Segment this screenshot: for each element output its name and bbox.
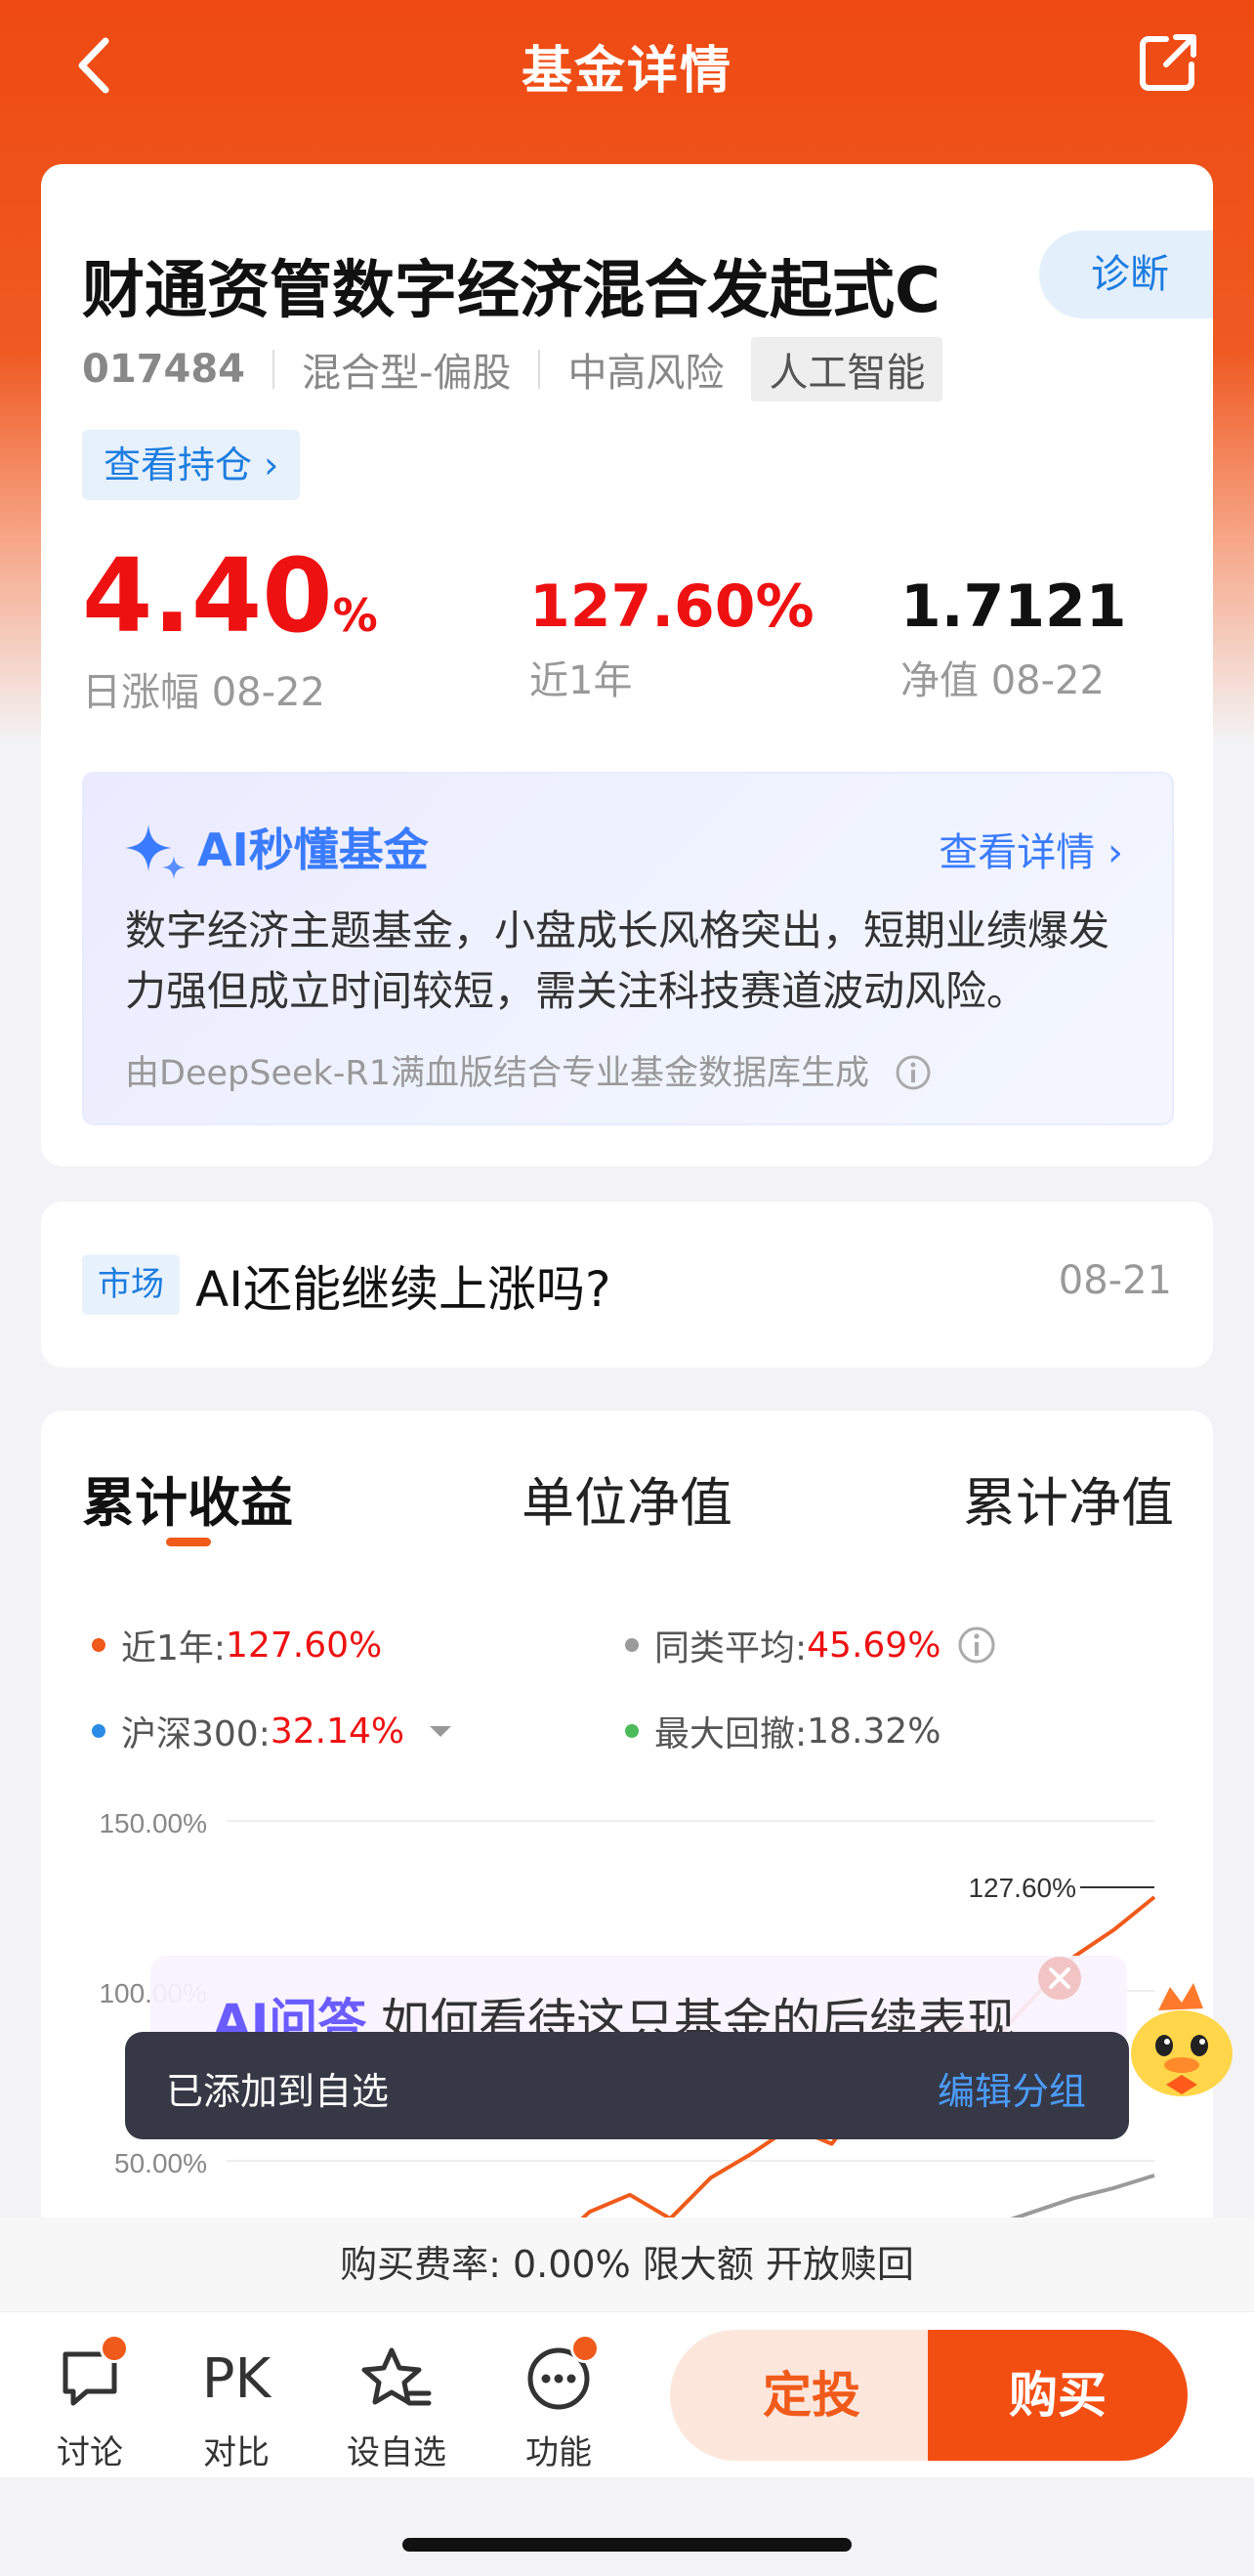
ai-source-note: 由DeepSeek-R1满血版结合专业基金数据库生成 bbox=[125, 1045, 933, 1095]
bottom-action-bar: 讨论 PK 对比 设自选 功能 定投 购买 bbox=[0, 2311, 1254, 2477]
news-title[interactable]: AI还能继续上涨吗? bbox=[195, 1250, 611, 1321]
navigation-bar: 基金详情 bbox=[0, 0, 1254, 137]
daily-change-label: 日涨幅 08-22 bbox=[82, 670, 325, 715]
y-tick-label: 50.00% bbox=[114, 2148, 207, 2178]
compare-label: 对比 bbox=[203, 2433, 270, 2472]
info-icon[interactable] bbox=[894, 1053, 933, 1092]
watchlist-label: 设自选 bbox=[347, 2433, 446, 2472]
one-year-value: 127.60% bbox=[529, 572, 815, 641]
close-icon[interactable] bbox=[1033, 1952, 1086, 2005]
sip-button[interactable]: 定投 bbox=[670, 2330, 953, 2461]
news-card[interactable]: 市场 AI还能继续上涨吗? 08-21 bbox=[41, 1202, 1213, 1368]
fund-name: 财通资管数字经济混合发起式C bbox=[82, 255, 940, 327]
y-tick-label: 150.00% bbox=[99, 1808, 207, 1838]
star-list-icon bbox=[361, 2347, 432, 2406]
mascot-icon[interactable] bbox=[1121, 1969, 1242, 2100]
nav-value: 1.7121 bbox=[900, 572, 1127, 641]
sparkle-icon bbox=[125, 824, 186, 879]
view-holdings-button[interactable]: 查看持仓 › bbox=[82, 430, 301, 500]
buy-button[interactable]: 购买 bbox=[928, 2330, 1188, 2461]
fund-type: 混合型-偏股 bbox=[302, 351, 512, 396]
one-year-stat: 127.60% 近1年 bbox=[529, 574, 815, 705]
discuss-button[interactable]: 讨论 bbox=[21, 2334, 158, 2473]
compare-button[interactable]: PK 对比 bbox=[168, 2342, 305, 2473]
ai-detail-link[interactable]: 查看详情 › bbox=[939, 821, 1123, 877]
toast-notification: 已添加到自选 编辑分组 bbox=[125, 2032, 1129, 2139]
page-title: 基金详情 bbox=[521, 42, 732, 101]
fee-info-bar: 购买费率: 0.00% 限大额 开放赎回 bbox=[0, 2217, 1254, 2311]
functions-label: 功能 bbox=[525, 2433, 592, 2472]
discuss-label: 讨论 bbox=[57, 2433, 123, 2472]
home-indicator[interactable] bbox=[402, 2538, 852, 2552]
one-year-label: 近1年 bbox=[529, 658, 633, 703]
fund-code: 017484 bbox=[82, 347, 245, 392]
theme-tag[interactable]: 人工智能 bbox=[751, 337, 943, 401]
divider bbox=[272, 350, 274, 389]
toast-text: 已添加到自选 bbox=[166, 2070, 390, 2113]
ai-summary-title: AI秒懂基金 bbox=[197, 823, 429, 876]
functions-button[interactable]: 功能 bbox=[490, 2334, 627, 2473]
nav-label: 净值 08-22 bbox=[900, 658, 1105, 703]
daily-change-value: 4.40 bbox=[82, 536, 333, 655]
notification-dot bbox=[570, 2334, 600, 2363]
end-value-label: 127.60% bbox=[968, 1873, 1076, 1903]
ai-summary-box[interactable]: AI秒懂基金 查看详情 › 数字经济主题基金，小盘成长风格突出，短期业绩爆发力强… bbox=[82, 772, 1174, 1125]
diagnose-button[interactable]: 诊断 bbox=[1039, 231, 1213, 318]
notification-dot bbox=[100, 2334, 129, 2363]
add-watchlist-button[interactable]: 设自选 bbox=[328, 2342, 465, 2473]
news-tag: 市场 bbox=[82, 1254, 180, 1315]
ai-source-text: 由DeepSeek-R1满血版结合专业基金数据库生成 bbox=[125, 1054, 870, 1093]
daily-change-stat: 4.40% 日涨幅 08-22 bbox=[82, 545, 378, 717]
daily-change-unit: % bbox=[332, 589, 378, 642]
pk-icon: PK bbox=[201, 2346, 272, 2411]
divider bbox=[538, 350, 541, 389]
edit-group-button[interactable]: 编辑分组 bbox=[938, 2061, 1086, 2115]
fund-risk: 中高风险 bbox=[567, 351, 725, 396]
share-icon[interactable] bbox=[1137, 31, 1199, 94]
ai-summary-text: 数字经济主题基金，小盘成长风格突出，短期业绩爆发力强但成立时间较短，需关注科技赛… bbox=[125, 907, 1110, 1015]
fund-meta-row: 017484 混合型-偏股 中高风险 人工智能 bbox=[82, 337, 943, 401]
nav-stat: 1.7121 净值 08-22 bbox=[900, 574, 1127, 705]
news-date: 08-21 bbox=[1058, 1258, 1172, 1303]
fund-summary-card: 财通资管数字经济混合发起式C 诊断 017484 混合型-偏股 中高风险 人工智… bbox=[41, 164, 1213, 1166]
